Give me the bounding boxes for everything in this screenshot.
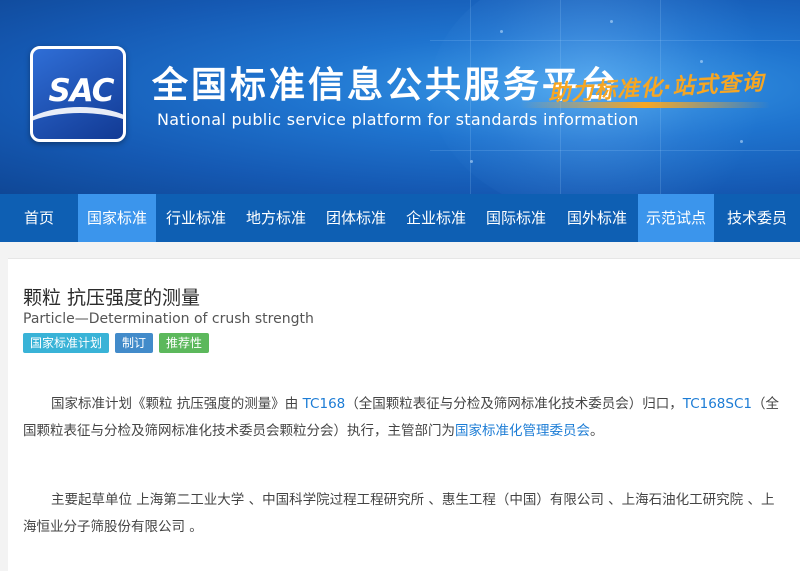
- nav-item-local[interactable]: 地方标准: [236, 194, 316, 242]
- standard-title: 颗粒 抗压强度的测量: [23, 287, 201, 309]
- nav-item-international[interactable]: 国际标准: [476, 194, 556, 242]
- nav-item-foreign[interactable]: 国外标准: [556, 194, 638, 242]
- drafting-units-text: 主要起草单位 上海第二工业大学 、中国科学院过程工程研究所 、惠生工程（中国）有…: [23, 492, 775, 535]
- desc-text: 国家标准计划《颗粒 抗压强度的测量》由: [51, 396, 303, 412]
- logo-arc: [33, 107, 123, 139]
- nav-item-demo[interactable]: 示范试点: [638, 194, 714, 242]
- banner-decoration: [500, 30, 503, 33]
- banner-decoration: [470, 160, 473, 163]
- desc-text: 。: [590, 423, 604, 439]
- drafting-units-paragraph: 主要起草单位 上海第二工业大学 、中国科学院过程工程研究所 、惠生工程（中国）有…: [23, 487, 783, 541]
- nav-item-national[interactable]: 国家标准: [78, 194, 156, 242]
- standard-title-en: Particle—Determination of crush strength: [23, 311, 314, 327]
- tc168-link[interactable]: TC168: [303, 396, 346, 412]
- tag-revise: 制订: [115, 333, 154, 353]
- sac-admin-link[interactable]: 国家标准化管理委员会: [455, 423, 590, 439]
- logo-text: SAC: [48, 73, 114, 109]
- banner-decoration: [740, 140, 743, 143]
- nav-item-home[interactable]: 首页: [0, 194, 78, 242]
- banner-decoration: [700, 60, 703, 63]
- nav-item-enterprise[interactable]: 企业标准: [396, 194, 476, 242]
- nav-item-committee[interactable]: 技术委员: [714, 194, 800, 242]
- desc-text: （全国颗粒表征与分检及筛网标准化技术委员会）归口，: [345, 396, 683, 412]
- description-paragraph: 国家标准计划《颗粒 抗压强度的测量》由 TC168（全国颗粒表征与分检及筛网标准…: [23, 391, 783, 445]
- banner-decoration: [610, 20, 613, 23]
- tag-recommended: 推荐性: [159, 333, 210, 353]
- header-banner: SAC 全国标准信息公共服务平台 助力标准化·站式查询 National pub…: [0, 0, 800, 194]
- sac-logo[interactable]: SAC: [30, 46, 126, 142]
- tag-list: 国家标准计划 制订 推荐性: [23, 333, 210, 353]
- nav-item-group[interactable]: 团体标准: [316, 194, 396, 242]
- tc168sc1-link[interactable]: TC168SC1: [683, 396, 752, 412]
- standard-detail-card: 颗粒 抗压强度的测量 Particle—Determination of cru…: [8, 258, 800, 571]
- nav-item-industry[interactable]: 行业标准: [156, 194, 236, 242]
- banner-decoration: [430, 150, 800, 151]
- tag-plan: 国家标准计划: [23, 333, 110, 353]
- site-title-en: National public service platform for sta…: [157, 110, 639, 129]
- main-nav: 首页 国家标准 行业标准 地方标准 团体标准 企业标准 国际标准 国外标准 示范…: [0, 194, 800, 242]
- banner-decoration: [430, 40, 800, 41]
